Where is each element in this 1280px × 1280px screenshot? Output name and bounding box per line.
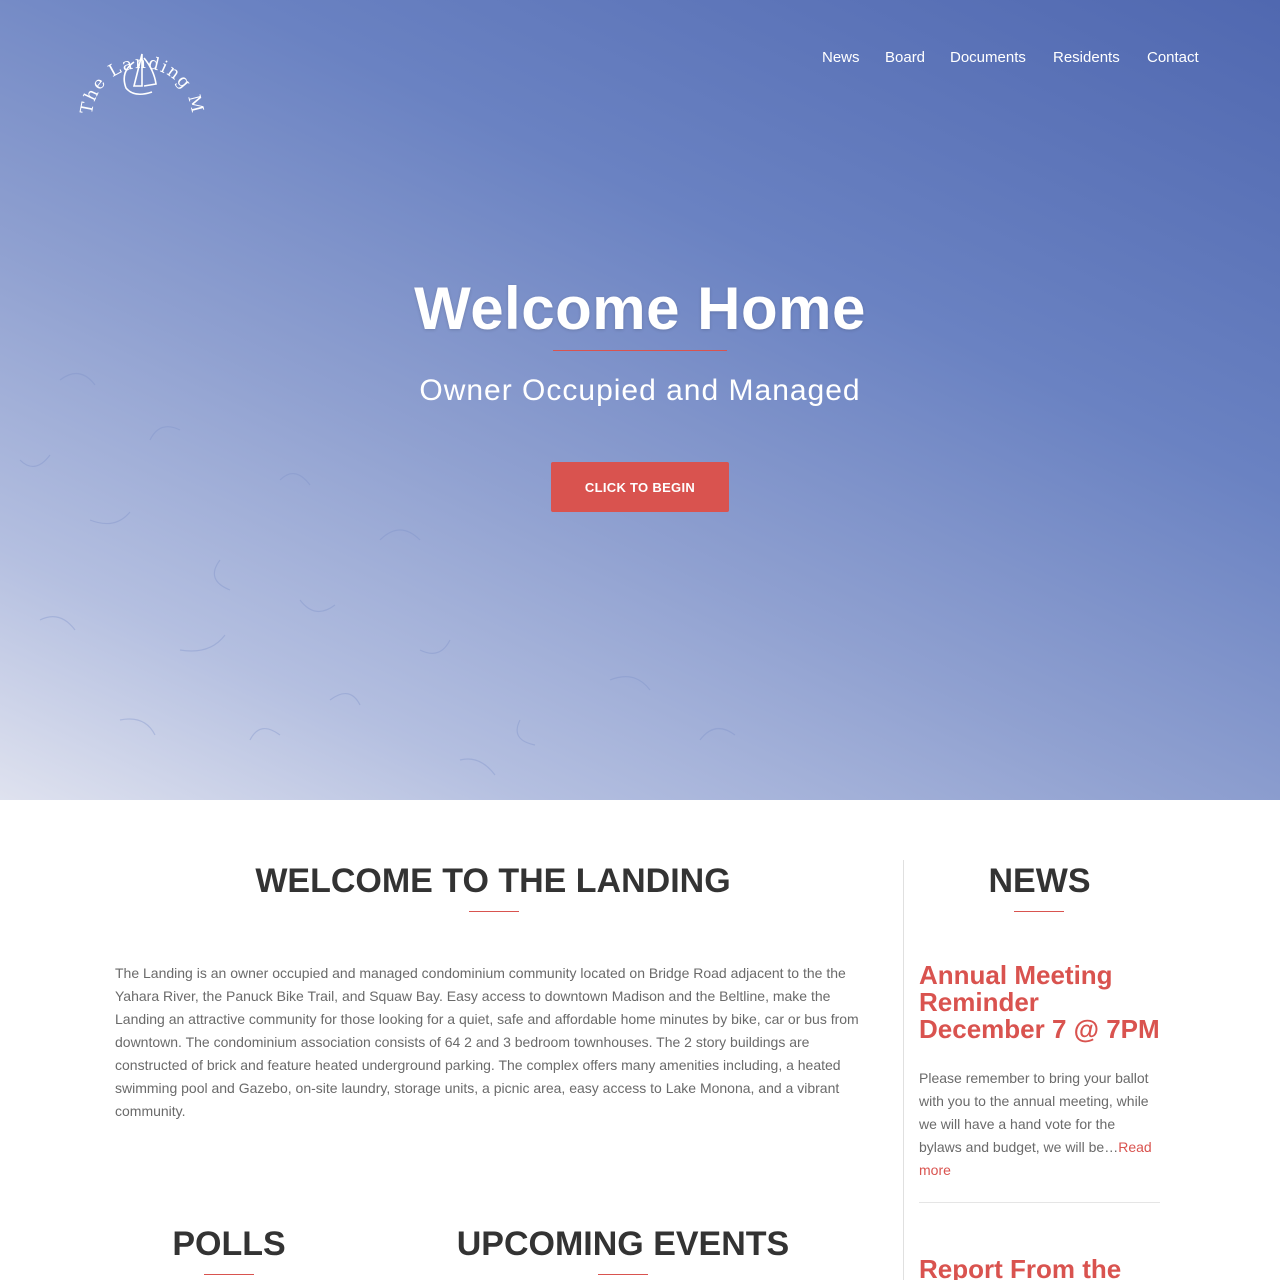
welcome-body-text: The Landing is an owner occupied and man… (115, 965, 859, 1119)
nav-item-contact[interactable]: Contact (1147, 49, 1199, 66)
news-item-headline[interactable]: Annual Meeting Reminder December 7 @ 7PM (919, 962, 1164, 1043)
hero-banner: The Landing Madison News Board Documents… (0, 0, 1280, 800)
polls-title-underline (204, 1274, 254, 1275)
news-excerpt-text: Please remember to bring your ballot wit… (919, 1070, 1149, 1155)
welcome-title: WELCOME TO THE LANDING (255, 862, 731, 900)
upcoming-events-title: UPCOMING EVENTS (456, 1225, 790, 1263)
news-title-underline (1014, 911, 1064, 912)
hero-title: Welcome Home (414, 275, 866, 342)
landing-logo[interactable]: The Landing Madison (70, 18, 210, 128)
nav-item-news[interactable]: News (822, 49, 860, 66)
news-separator (919, 1202, 1160, 1203)
hero-subtitle: Owner Occupied and Managed (419, 374, 861, 407)
column-divider (903, 860, 904, 1280)
nav-item-board[interactable]: Board (885, 49, 925, 66)
main-nav: News Board Documents Residents Contact (0, 49, 1280, 69)
news-item-excerpt: Please remember to bring your ballot wit… (919, 1067, 1159, 1182)
upcoming-events-title-underline (598, 1274, 648, 1275)
news-item-headline[interactable]: Report From the (919, 1256, 1164, 1280)
news-title: NEWS (988, 862, 1091, 900)
nav-item-residents[interactable]: Residents (1053, 49, 1120, 66)
welcome-title-underline (469, 911, 519, 912)
click-to-begin-button[interactable]: CLICK TO BEGIN (551, 462, 729, 512)
nav-item-documents[interactable]: Documents (950, 49, 1026, 66)
hero-title-underline (553, 350, 727, 351)
polls-title: POLLS (172, 1225, 286, 1263)
